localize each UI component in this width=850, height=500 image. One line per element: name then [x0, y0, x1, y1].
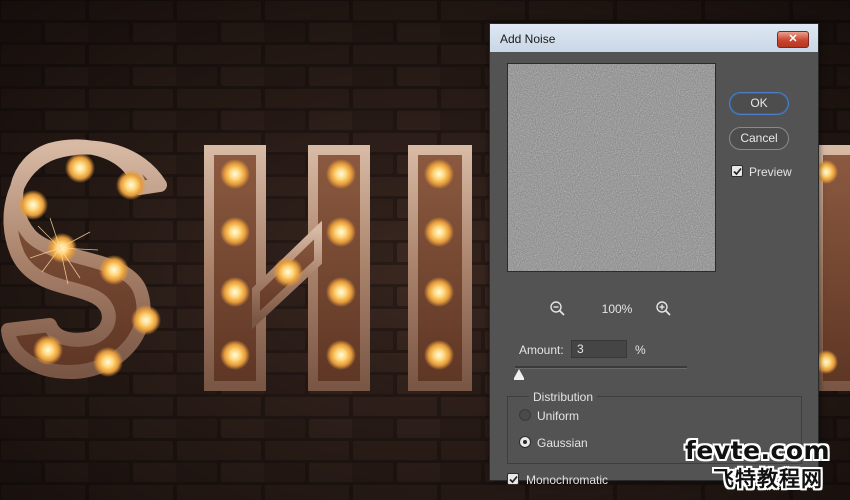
- uniform-label: Uniform: [537, 409, 580, 423]
- watermark: fevte.com 飞特教程网: [685, 436, 845, 494]
- amount-slider-thumb[interactable]: [514, 369, 524, 378]
- watermark-domain: fevte.com: [685, 436, 831, 465]
- preview-label: Preview: [749, 165, 792, 179]
- noise-preview[interactable]: [507, 63, 716, 272]
- noise-preview-image: [508, 64, 715, 271]
- dialog-title: Add Noise: [500, 32, 556, 46]
- zoom-level: 100%: [601, 302, 633, 316]
- checkmark-icon: [509, 475, 518, 484]
- close-icon: ✕: [788, 33, 798, 45]
- monochromatic-checkbox[interactable]: [507, 473, 519, 485]
- add-noise-dialog: Add Noise ✕ 100% OK Cancel Preview Amoun…: [489, 23, 819, 487]
- checkmark-icon: [733, 167, 742, 176]
- preview-checkbox[interactable]: [731, 165, 743, 177]
- amount-slider-thumb-base: [514, 378, 524, 380]
- amount-slider[interactable]: [515, 366, 687, 369]
- zoom-out-icon[interactable]: [549, 300, 567, 318]
- dialog-titlebar[interactable]: Add Noise ✕: [490, 24, 818, 53]
- amount-label: Amount:: [519, 343, 564, 357]
- monochromatic-label: Monochromatic: [526, 473, 609, 487]
- ok-button[interactable]: OK: [729, 92, 789, 115]
- dialog-body: 100% OK Cancel Preview Amount: 3 % Distr: [490, 52, 818, 487]
- amount-unit: %: [635, 343, 646, 357]
- distribution-legend: Distribution: [529, 390, 598, 404]
- cancel-button[interactable]: Cancel: [729, 127, 789, 150]
- amount-input[interactable]: 3: [571, 340, 627, 358]
- gaussian-radio[interactable]: [519, 436, 531, 448]
- zoom-controls: 100%: [507, 300, 714, 318]
- gaussian-label: Gaussian: [537, 436, 588, 450]
- close-button[interactable]: ✕: [777, 31, 809, 48]
- uniform-radio[interactable]: [519, 409, 531, 421]
- zoom-in-icon[interactable]: [655, 300, 673, 318]
- watermark-site-name: 飞特教程网: [713, 467, 823, 491]
